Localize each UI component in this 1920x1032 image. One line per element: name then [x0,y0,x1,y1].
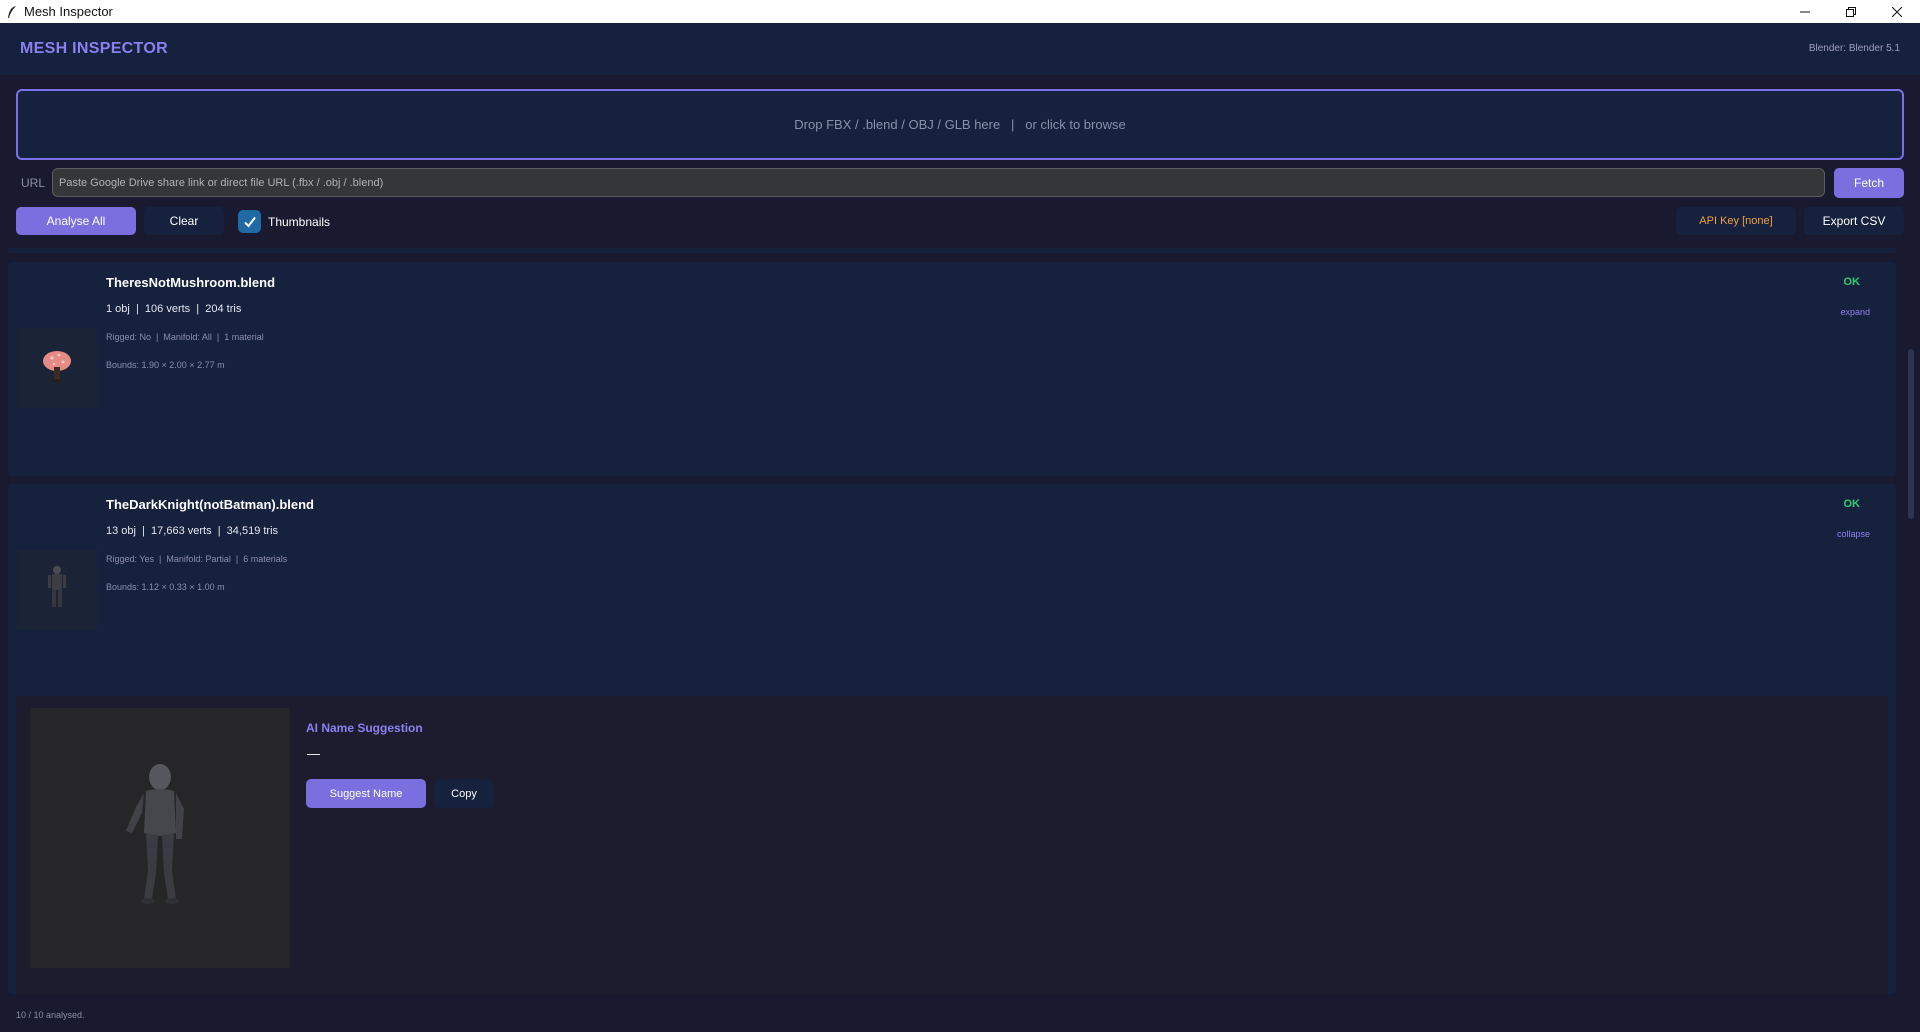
mushroom-icon [37,343,77,394]
window-title: Mesh Inspector [24,4,113,19]
knight-figure-icon [110,761,210,916]
app-brand: MESH INSPECTOR [20,40,168,57]
fetch-button[interactable]: Fetch [1834,168,1904,198]
collapse-link[interactable]: collapse [1837,529,1870,539]
export-csv-button[interactable]: Export CSV [1804,207,1904,235]
status-badge: OK [1843,276,1861,288]
dropzone-label: Drop FBX / .blend / OBJ / GLB here | or … [794,117,1126,132]
analyse-all-button[interactable]: Analyse All [16,207,136,235]
knight-figure-icon [42,563,72,618]
api-key-button[interactable]: API Key [none] [1676,207,1796,235]
file-details: Rigged: No | Manifold: All | 1 material [106,332,264,342]
list-top-edge [8,248,1896,253]
restore-icon[interactable] [1828,0,1874,23]
file-bounds: Bounds: 1.90 × 2.00 × 2.77 m [106,360,225,370]
file-details: Rigged: Yes | Manifold: Partial | 6 mate… [106,554,288,564]
file-card: TheDarkKnight(notBatman).blend 13 obj | … [8,484,1896,994]
file-stats: 1 obj | 106 verts | 204 tris [106,303,242,315]
app-header: MESH INSPECTOR Blender: Blender 5.1 [0,23,1920,75]
window-titlebar: Mesh Inspector [0,0,1920,23]
file-name: TheresNotMushroom.blend [106,275,276,290]
expanded-detail-panel: AI Name Suggestion — Suggest Name Copy [16,696,1888,994]
file-stats: 13 obj | 17,663 verts | 34,519 tris [106,525,279,537]
ai-suggestion-title: AI Name Suggestion [306,721,423,735]
clear-button[interactable]: Clear [144,207,224,235]
feather-icon [4,4,20,20]
file-dropzone[interactable]: Drop FBX / .blend / OBJ / GLB here | or … [16,89,1904,160]
preview-image [30,708,290,968]
checkmark-icon [243,216,256,228]
status-text: 10 / 10 analysed. [16,1010,85,1020]
copy-button[interactable]: Copy [434,779,494,808]
file-thumbnail [17,550,97,630]
file-card: TheresNotMushroom.blend 1 obj | 106 vert… [8,262,1896,476]
blender-version: Blender: Blender 5.1 [1808,43,1900,54]
thumbnails-label[interactable]: Thumbnails [268,215,330,229]
close-icon[interactable] [1874,0,1920,23]
status-badge: OK [1843,498,1861,510]
scrollbar-thumb[interactable] [1908,349,1914,519]
expand-link[interactable]: expand [1840,307,1870,317]
url-label: URL [21,176,46,190]
ai-suggestion-value: — [307,746,320,761]
file-bounds: Bounds: 1.12 × 0.33 × 1.00 m [106,582,225,592]
file-name: TheDarkKnight(notBatman).blend [106,497,314,512]
minimize-icon[interactable] [1782,0,1828,23]
thumbnails-checkbox[interactable] [238,210,261,233]
file-thumbnail [17,328,97,408]
suggest-name-button[interactable]: Suggest Name [306,779,426,808]
results-list[interactable]: TheresNotMushroom.blend 1 obj | 106 vert… [8,248,1896,994]
window-controls [1782,0,1920,23]
url-input[interactable] [52,168,1825,197]
